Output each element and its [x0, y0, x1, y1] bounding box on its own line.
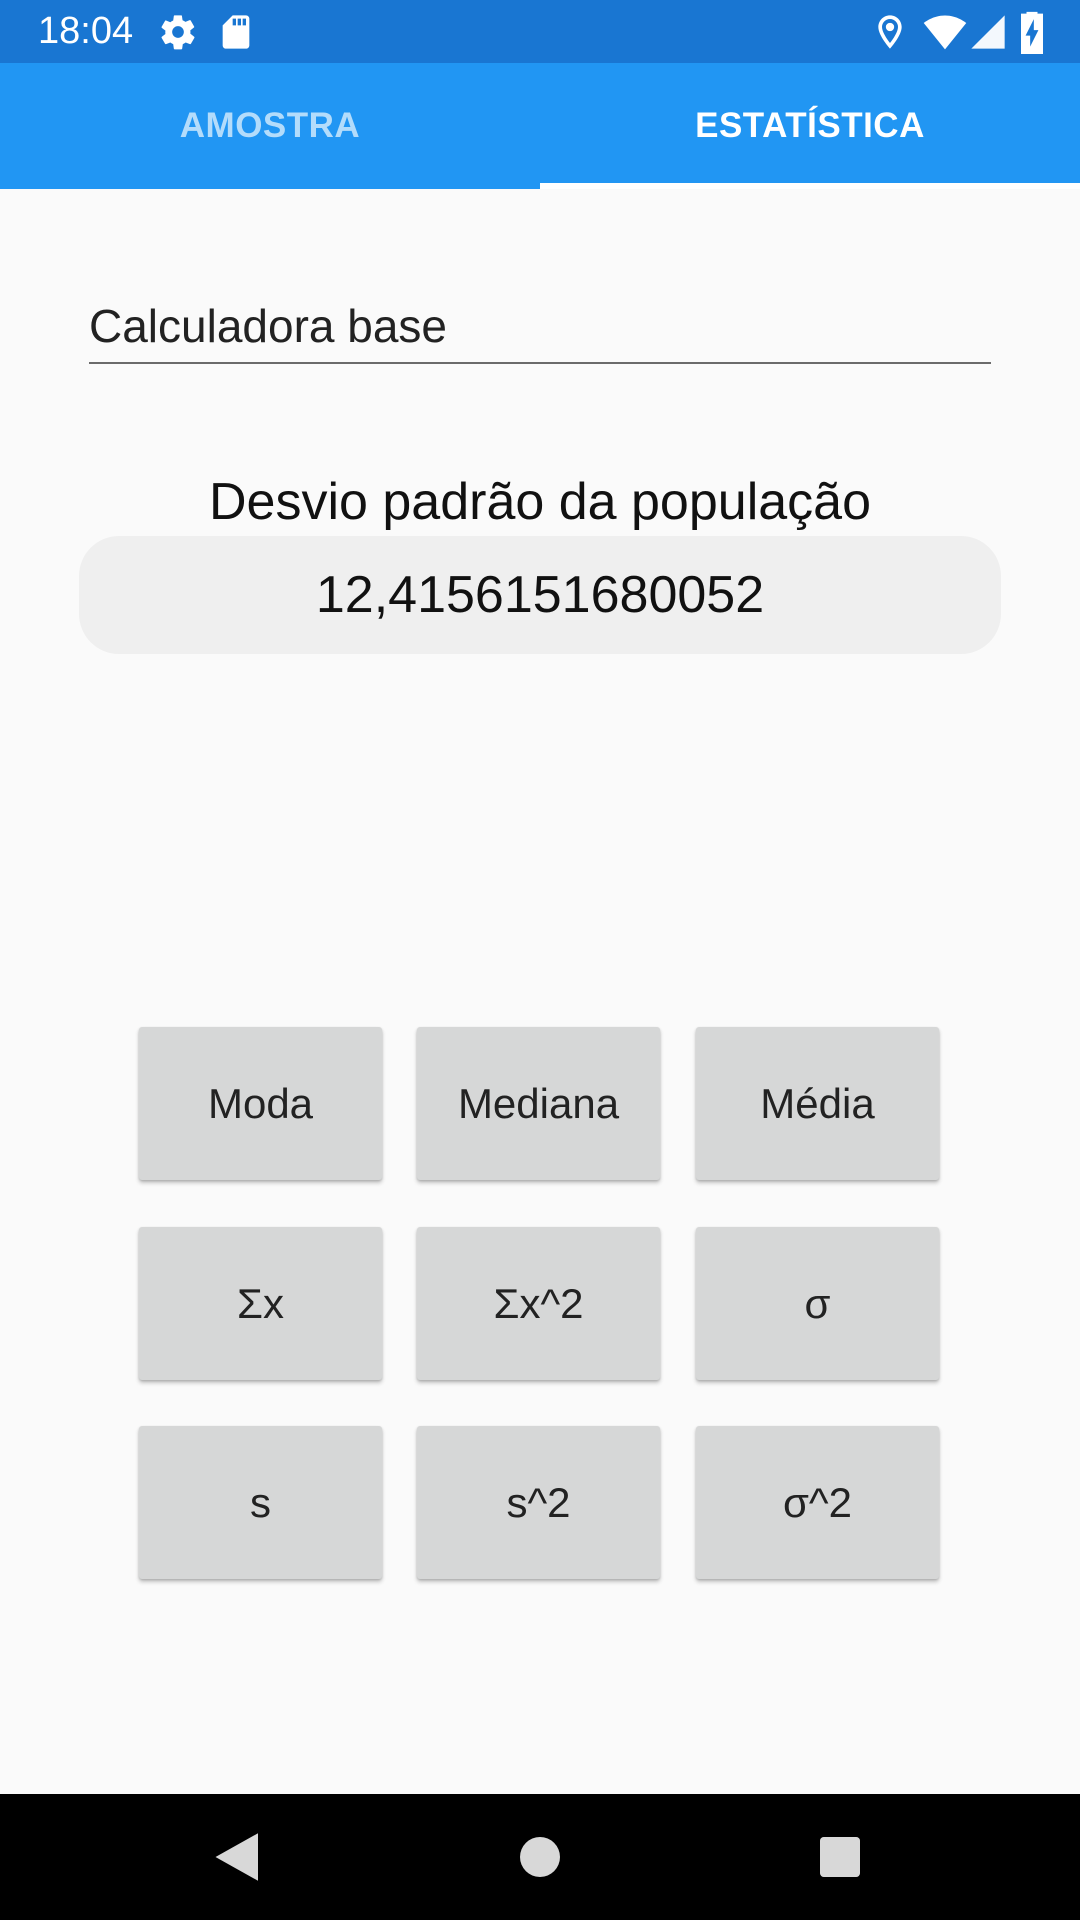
back-icon[interactable]: [208, 1827, 268, 1887]
sigma-button[interactable]: σ: [696, 1227, 939, 1380]
sample-std-button[interactable]: s: [139, 1426, 382, 1579]
recents-icon[interactable]: [810, 1827, 870, 1887]
result-title: Desvio padrão da população: [208, 473, 872, 531]
moda-button[interactable]: Moda: [139, 1027, 382, 1180]
base-input-field[interactable]: [89, 290, 991, 364]
sample-variance-button[interactable]: s^2: [417, 1426, 660, 1579]
status-time: 18:04: [38, 10, 134, 52]
location-icon: [870, 12, 910, 52]
result-box: 12,4156151680052: [79, 536, 1001, 654]
gear-icon: [158, 12, 198, 52]
population-variance-button[interactable]: σ^2: [696, 1426, 939, 1579]
tab-selected-indicator: [540, 183, 1080, 189]
tab-bar: AMOSTRA ESTATÍSTICA: [0, 63, 1080, 189]
tab-estatistica[interactable]: ESTATÍSTICA: [540, 63, 1080, 189]
tab-amostra[interactable]: AMOSTRA: [0, 63, 540, 189]
home-icon[interactable]: [510, 1827, 570, 1887]
navigation-bar: [0, 1794, 1080, 1920]
wifi-icon: [922, 10, 968, 54]
mediana-button[interactable]: Mediana: [417, 1027, 660, 1180]
sd-card-icon: [216, 12, 256, 52]
result-value: 12,4156151680052: [315, 566, 765, 624]
sum-x-squared-button[interactable]: Σx^2: [417, 1227, 660, 1380]
sum-x-button[interactable]: Σx: [139, 1227, 382, 1380]
media-button[interactable]: Média: [696, 1027, 939, 1180]
battery-charging-icon: [1014, 10, 1050, 54]
signal-icon: [968, 12, 1008, 52]
status-bar: 18:04: [0, 0, 1080, 63]
